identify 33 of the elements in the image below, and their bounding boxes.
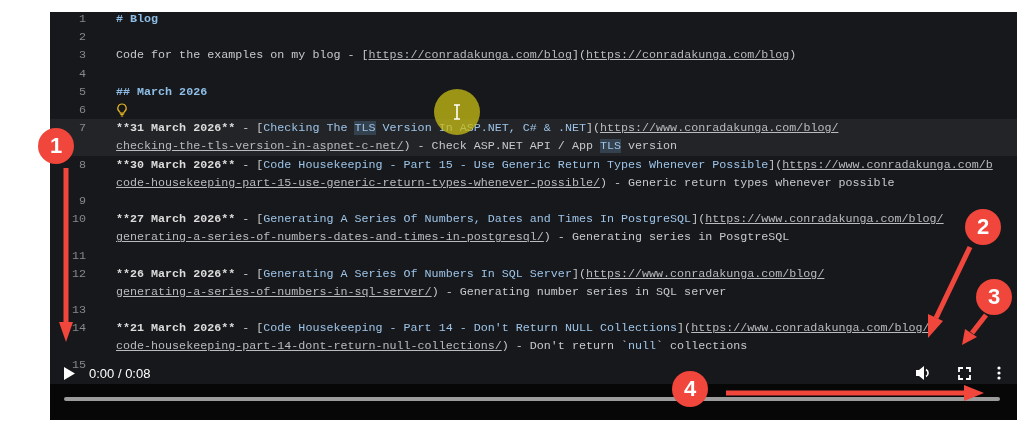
- lightbulb-icon[interactable]: [116, 103, 128, 118]
- fullscreen-icon[interactable]: [956, 364, 973, 382]
- code-line: **21 March 2026** - [Code Housekeeping - Part 14 - Don't Return NULL Collections](https://www.conradakunga.com/blog/: [116, 321, 930, 336]
- line-number: 14: [70, 321, 86, 336]
- code-line: **27 March 2026** - [Generating A Series Of Numbers, Dates and Times In PostgreSQL](https://www.conradakunga.com/blog/: [116, 212, 944, 227]
- line-number: 1: [78, 12, 86, 27]
- code-line: **30 March 2026** - [Code Housekeeping - Part 15 - Use Generic Return Types Whenever Possible](https://www.conradakunga.com/b: [116, 157, 993, 172]
- callout-number: 1: [38, 128, 74, 164]
- line-number: 13: [70, 303, 86, 318]
- line-number: 7: [78, 121, 86, 136]
- progress-track[interactable]: [64, 397, 1000, 401]
- code-line: code-housekeeping-part-14-dont-return-null-collections/) - Don't return `null` collections: [116, 339, 748, 354]
- code-line: code-housekeeping-part-15-use-generic-return-types-whenever-possible/) - Generic return types whenever possible: [116, 175, 895, 190]
- line-number: 6: [78, 103, 86, 118]
- time-display: 0:00 / 0:08: [89, 365, 151, 381]
- code-line: checking-the-tls-version-in-aspnet-c-net/) - Check ASP.NET API / App TLS version: [116, 139, 678, 154]
- line-number: 10: [70, 212, 86, 227]
- line-number: 3: [78, 48, 86, 63]
- code-line: generating-a-series-of-numbers-dates-and-times-in-postgresql/) - Generating series in PosgtreSQL: [116, 230, 790, 245]
- line-number: 8: [78, 157, 86, 172]
- line-number: 4: [78, 66, 86, 81]
- code-line: generating-a-series-of-numbers-in-sql-server/) - Generating number series in SQL server: [116, 284, 727, 299]
- line-number: 2: [78, 30, 86, 45]
- code-line: # Blog: [116, 12, 159, 27]
- line-number: 11: [70, 248, 86, 263]
- line-number: 5: [78, 84, 86, 99]
- line-number: 12: [70, 266, 86, 281]
- line-number: 9: [78, 193, 86, 208]
- code-line: **26 March 2026** - [Generating A Series Of Numbers In SQL Server](https://www.conradakunga.com/blog/: [116, 266, 825, 281]
- more-options-icon[interactable]: [995, 364, 1003, 382]
- code-line: ## March 2026: [116, 84, 208, 99]
- line-number: 15: [70, 357, 86, 372]
- code-line: Code for the examples on my blog - [https://conradakunga.com/blog](https://conradakunga.com/blog): [116, 48, 797, 63]
